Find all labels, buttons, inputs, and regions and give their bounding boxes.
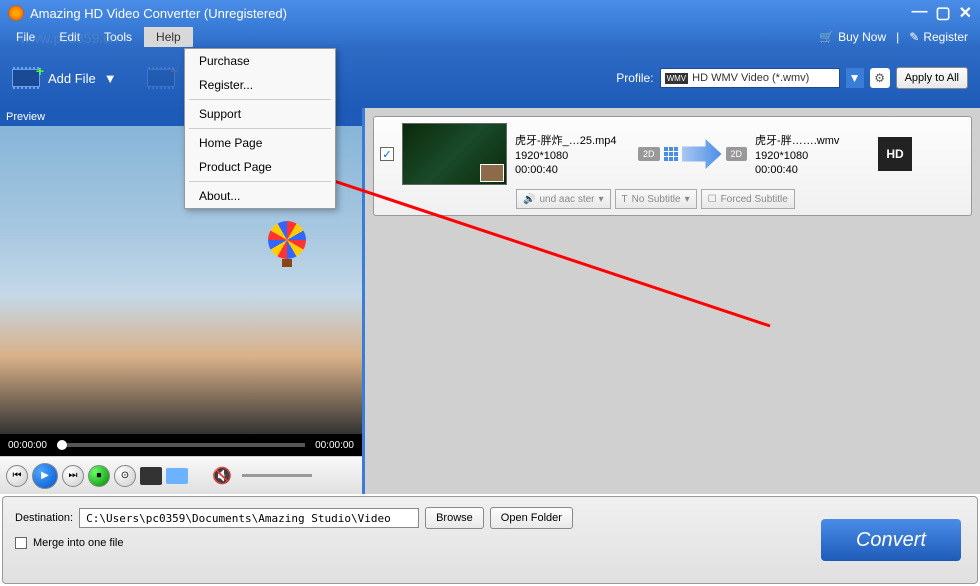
app-title: Amazing HD Video Converter (Unregistered…	[30, 6, 911, 21]
open-folder-button[interactable]: Open Folder	[490, 507, 573, 529]
target-filename: 虎牙-胖…….wmv	[755, 132, 870, 148]
menu-edit[interactable]: Edit	[47, 27, 92, 47]
snapshot-button[interactable]	[140, 467, 162, 485]
next-button[interactable]: ⏭	[62, 465, 84, 487]
timeline-track[interactable]	[57, 443, 305, 447]
bottom-panel: Destination: Browse Open Folder Merge in…	[2, 496, 978, 584]
dd-register[interactable]: Register...	[185, 73, 335, 97]
dd-product-page[interactable]: Product Page	[185, 155, 335, 179]
menu-file[interactable]: File	[4, 27, 47, 47]
dd-support[interactable]: Support	[185, 102, 335, 126]
mute-icon[interactable]: 🔇	[212, 466, 232, 486]
convert-button[interactable]: Convert	[821, 519, 961, 561]
menu-tools[interactable]: Tools	[92, 27, 144, 47]
destination-input[interactable]	[79, 508, 419, 528]
hd-badge: HD	[878, 137, 912, 171]
browse-button[interactable]: Browse	[425, 507, 484, 529]
register-link[interactable]: ✎ Register	[909, 30, 968, 44]
prev-button[interactable]: ⏮	[6, 465, 28, 487]
menubar: File Edit Tools Help 🛒 Buy Now | ✎ Regis…	[0, 26, 980, 48]
file-checkbox[interactable]: ✓	[380, 147, 394, 161]
maximize-button[interactable]: ▢	[935, 3, 950, 23]
profile-label: Profile:	[616, 71, 653, 85]
grid-icon	[664, 147, 678, 161]
settings-button[interactable]: ⚙	[870, 68, 890, 88]
dd-separator	[189, 99, 331, 100]
destination-label: Destination:	[15, 512, 73, 524]
remove-file-icon: −	[147, 67, 175, 89]
profile-select[interactable]: WMV HD WMV Video (*.wmv)	[660, 68, 840, 88]
timeline[interactable]: 00:00:00 00:00:00	[0, 434, 362, 456]
titlebar: Amazing HD Video Converter (Unregistered…	[0, 0, 980, 26]
forced-subtitle-toggle[interactable]: ☐ Forced Subtitle	[701, 189, 795, 209]
apply-to-all-button[interactable]: Apply to All	[896, 67, 968, 89]
dd-separator	[189, 128, 331, 129]
file-list-area: ✓ 虎牙-胖炸_…25.mp4 1920*1080 00:00:40 2D 2D…	[365, 108, 980, 494]
time-total: 00:00:00	[315, 440, 354, 451]
buy-now-link[interactable]: 🛒 Buy Now	[819, 30, 886, 44]
dd-purchase[interactable]: Purchase	[185, 49, 335, 73]
dd-about[interactable]: About...	[185, 184, 335, 208]
target-resolution: 1920*1080	[755, 150, 870, 162]
profile-dropdown-arrow[interactable]: ▼	[846, 68, 864, 88]
stop-button[interactable]: ⏹	[88, 465, 110, 487]
minimize-button[interactable]: —	[911, 3, 927, 23]
source-filename: 虎牙-胖炸_…25.mp4	[515, 132, 630, 148]
remove-file-button[interactable]: −	[147, 67, 175, 89]
dd-home-page[interactable]: Home Page	[185, 131, 335, 155]
merge-label: Merge into one file	[33, 537, 124, 549]
target-2d-badge: 2D	[726, 147, 748, 161]
balloon-graphic	[268, 221, 306, 269]
file-thumbnail	[402, 123, 507, 185]
subtitle-select[interactable]: T No Subtitle ▾	[615, 189, 697, 209]
source-duration: 00:00:40	[515, 164, 630, 176]
toolbar: + Add File ▼ − ✦ Edit Profile: WMV HD WM…	[0, 48, 980, 108]
source-resolution: 1920*1080	[515, 150, 630, 162]
audio-track-select[interactable]: 🔊 und aac ster ▾	[516, 189, 611, 209]
app-icon	[8, 5, 24, 21]
play-button[interactable]: ▶	[32, 463, 58, 489]
volume-slider[interactable]	[242, 474, 312, 477]
close-button[interactable]: ✕	[959, 3, 972, 23]
source-2d-badge: 2D	[638, 147, 660, 161]
file-item[interactable]: ✓ 虎牙-胖炸_…25.mp4 1920*1080 00:00:40 2D 2D…	[373, 116, 972, 216]
convert-arrow-icon	[682, 139, 722, 169]
open-folder-button[interactable]	[166, 468, 188, 484]
divider: |	[896, 30, 899, 44]
help-dropdown: Purchase Register... Support Home Page P…	[184, 48, 336, 209]
player-controls: ⏮ ▶ ⏭ ⏹ ⊙ 🔇	[0, 456, 362, 494]
add-file-icon: +	[12, 67, 40, 89]
add-file-button[interactable]: + Add File ▼	[12, 67, 117, 89]
dd-separator	[189, 181, 331, 182]
merge-checkbox[interactable]	[15, 537, 27, 549]
target-duration: 00:00:40	[755, 164, 870, 176]
time-current: 00:00:00	[8, 440, 47, 451]
step-button[interactable]: ⊙	[114, 465, 136, 487]
menu-help[interactable]: Help	[144, 27, 193, 47]
